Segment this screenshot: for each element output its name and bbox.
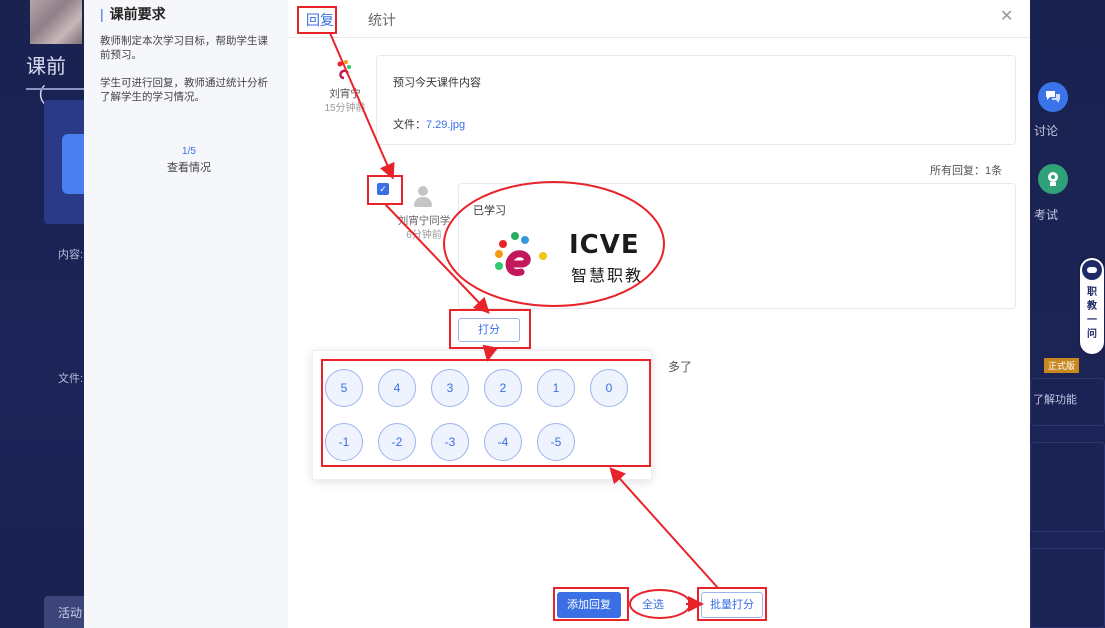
exam-label: 考试 (1034, 208, 1059, 222)
requirements-text-1: 教师制定本次学习目标，帮助学生课前预习。 (100, 35, 268, 61)
score-option[interactable]: 4 (378, 369, 416, 407)
background-card (44, 100, 84, 224)
score-option[interactable]: 1 (537, 369, 575, 407)
student-reply: 已学习 ICVE 智慧职教 (458, 183, 1016, 309)
close-icon[interactable]: ✕ (1000, 6, 1013, 26)
feature-label: 了解功能 (1033, 394, 1077, 406)
background-title-underline (26, 88, 84, 90)
score-option[interactable]: 5 (325, 369, 363, 407)
course-thumbnail (30, 0, 82, 44)
score-option[interactable]: -4 (484, 423, 522, 461)
teacher-post-file: 文件：7.29.jpg (393, 116, 465, 132)
background-card-3 (1030, 548, 1105, 628)
select-all-button[interactable]: 全选 (642, 596, 664, 612)
activity-tab[interactable]: 活动 (44, 596, 84, 628)
content-label: 内容: (58, 249, 84, 261)
student-reply-content: 已学习 (473, 205, 506, 217)
teacher-post: 预习今天课件内容 文件：7.29.jpg (376, 55, 1016, 145)
score-option[interactable]: 3 (431, 369, 469, 407)
score-option[interactable]: -2 (378, 423, 416, 461)
file-link[interactable]: 7.29.jpg (426, 119, 465, 131)
version-badge: 正式版 (1044, 358, 1080, 373)
robot-icon (1082, 260, 1102, 280)
tab-reply[interactable]: 回复 (306, 10, 334, 30)
score-option[interactable]: -3 (431, 423, 469, 461)
icve-logo: ICVE 智慧职教 (489, 224, 659, 286)
requirements-text-2: 学生可进行回复，教师通过统计分析了解学生的学习情况。 (100, 77, 268, 103)
teacher-post-time: 15分钟前 (324, 103, 366, 114)
score-option[interactable]: 0 (590, 369, 628, 407)
progress-count: 1/5 (182, 146, 196, 157)
batch-score-button[interactable]: 批量打分 (701, 592, 763, 618)
discuss-label: 讨论 (1034, 124, 1059, 138)
exam-icon[interactable] (1038, 164, 1068, 194)
requirements-title: | 课前要求 (100, 6, 166, 22)
logo-cn-text: 智慧职教 (571, 268, 644, 285)
teacher-avatar-icon (337, 60, 351, 80)
requirements-panel: | 课前要求 教师制定本次学习目标，帮助学生课前预习。 学生可进行回复，教师通过统… (84, 0, 288, 628)
reply-dialog: 回复 统计 ✕ 刘宵宁 15分钟前 预习今天课件内容 文件：7.29.jpg 所… (288, 0, 1030, 628)
file-label: 文件： (393, 119, 426, 131)
view-status-link[interactable]: 查看情况 (144, 159, 234, 175)
score-option[interactable]: 2 (484, 369, 522, 407)
feature-card[interactable]: 了解功能 (1030, 378, 1105, 426)
tab-statistics[interactable]: 统计 (368, 10, 396, 30)
score-option[interactable]: -5 (537, 423, 575, 461)
reply-checkbox[interactable]: ✓ (377, 183, 389, 195)
student-avatar (414, 186, 432, 208)
file-label: 文件: (58, 373, 84, 385)
robot-text: 职教一问 (1087, 287, 1097, 340)
score-option[interactable]: -1 (325, 423, 363, 461)
logo-text: ICVE (569, 230, 640, 260)
discuss-icon[interactable] (1038, 82, 1068, 112)
background-left-panel: 课前（ 内容: 文件: 活动 (0, 0, 84, 628)
student-reply-time: 6分钟前 (406, 230, 442, 241)
dialog-tabs: 回复 统计 ✕ (288, 0, 1030, 38)
add-reply-button[interactable]: 添加回复 (557, 592, 621, 618)
background-card-2 (1030, 442, 1105, 532)
teacher-post-content: 预习今天课件内容 (393, 77, 481, 89)
assistant-robot[interactable]: 职教一问 (1080, 258, 1104, 354)
reply-count: 所有回复：1条 (930, 165, 1003, 177)
score-popup: 5 4 3 2 1 0 -1 -2 -3 -4 -5 (312, 350, 652, 480)
more-text: 多了 (668, 360, 693, 374)
background-right-panel: 讨论 考试 职教一问 正式版 了解功能 (1030, 0, 1105, 628)
score-button[interactable]: 打分 (458, 318, 520, 342)
